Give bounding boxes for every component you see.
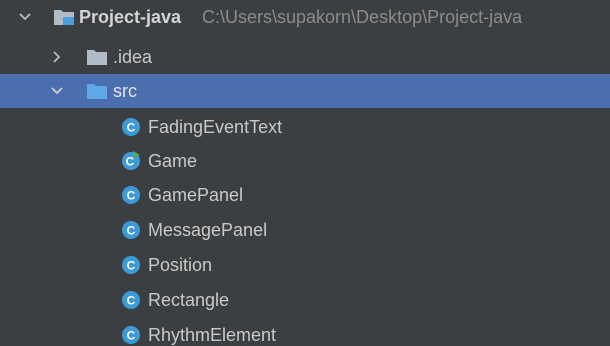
- tree-row-class[interactable]: C MessagePanel: [0, 213, 610, 247]
- java-class-icon: C: [121, 117, 141, 137]
- svg-text:C: C: [127, 121, 136, 135]
- class-label: Position: [148, 255, 213, 275]
- chevron-down-icon[interactable]: [49, 83, 65, 99]
- class-label: GamePanel: [148, 185, 244, 205]
- project-path: C:\Users\supakorn\Desktop\Project-java: [202, 7, 523, 27]
- svg-text:C: C: [127, 259, 136, 273]
- svg-text:C: C: [127, 224, 136, 238]
- class-label: RhythmElement: [148, 325, 277, 345]
- class-label: MessagePanel: [148, 220, 268, 240]
- tree-row-class[interactable]: C FadingEventText: [0, 110, 610, 144]
- class-label: FadingEventText: [148, 117, 283, 137]
- java-class-runnable-icon: C: [121, 151, 141, 171]
- class-label: Game: [148, 151, 198, 171]
- tree-row-project-root[interactable]: Project-java C:\Users\supakorn\Desktop\P…: [0, 0, 610, 34]
- java-class-icon: C: [121, 220, 141, 240]
- svg-text:C: C: [127, 189, 136, 203]
- tree-row-class[interactable]: C Position: [0, 248, 610, 282]
- class-label: Rectangle: [148, 290, 230, 310]
- tree-row-class[interactable]: C GamePanel: [0, 178, 610, 212]
- java-class-icon: C: [121, 255, 141, 275]
- folder-label: src: [113, 81, 137, 101]
- tree-row-class[interactable]: C RhythmElement: [0, 318, 610, 346]
- project-tree: Project-java C:\Users\supakorn\Desktop\P…: [0, 0, 610, 346]
- tree-row-class[interactable]: C Game: [0, 144, 610, 178]
- chevron-down-icon[interactable]: [17, 9, 33, 25]
- svg-text:C: C: [127, 294, 136, 308]
- folder-label: .idea: [113, 47, 153, 67]
- source-folder-icon: [87, 83, 107, 99]
- java-class-icon: C: [121, 290, 141, 310]
- java-class-icon: C: [121, 325, 141, 345]
- chevron-right-icon[interactable]: [49, 49, 65, 65]
- svg-text:C: C: [127, 329, 136, 343]
- module-folder-icon: [54, 9, 74, 25]
- tree-row-class[interactable]: C Rectangle: [0, 283, 610, 317]
- tree-row-idea-folder[interactable]: .idea: [0, 40, 610, 74]
- java-class-icon: C: [121, 185, 141, 205]
- project-name: Project-java: [79, 7, 182, 27]
- tree-row-src-folder[interactable]: src: [0, 74, 610, 108]
- folder-icon: [87, 49, 107, 65]
